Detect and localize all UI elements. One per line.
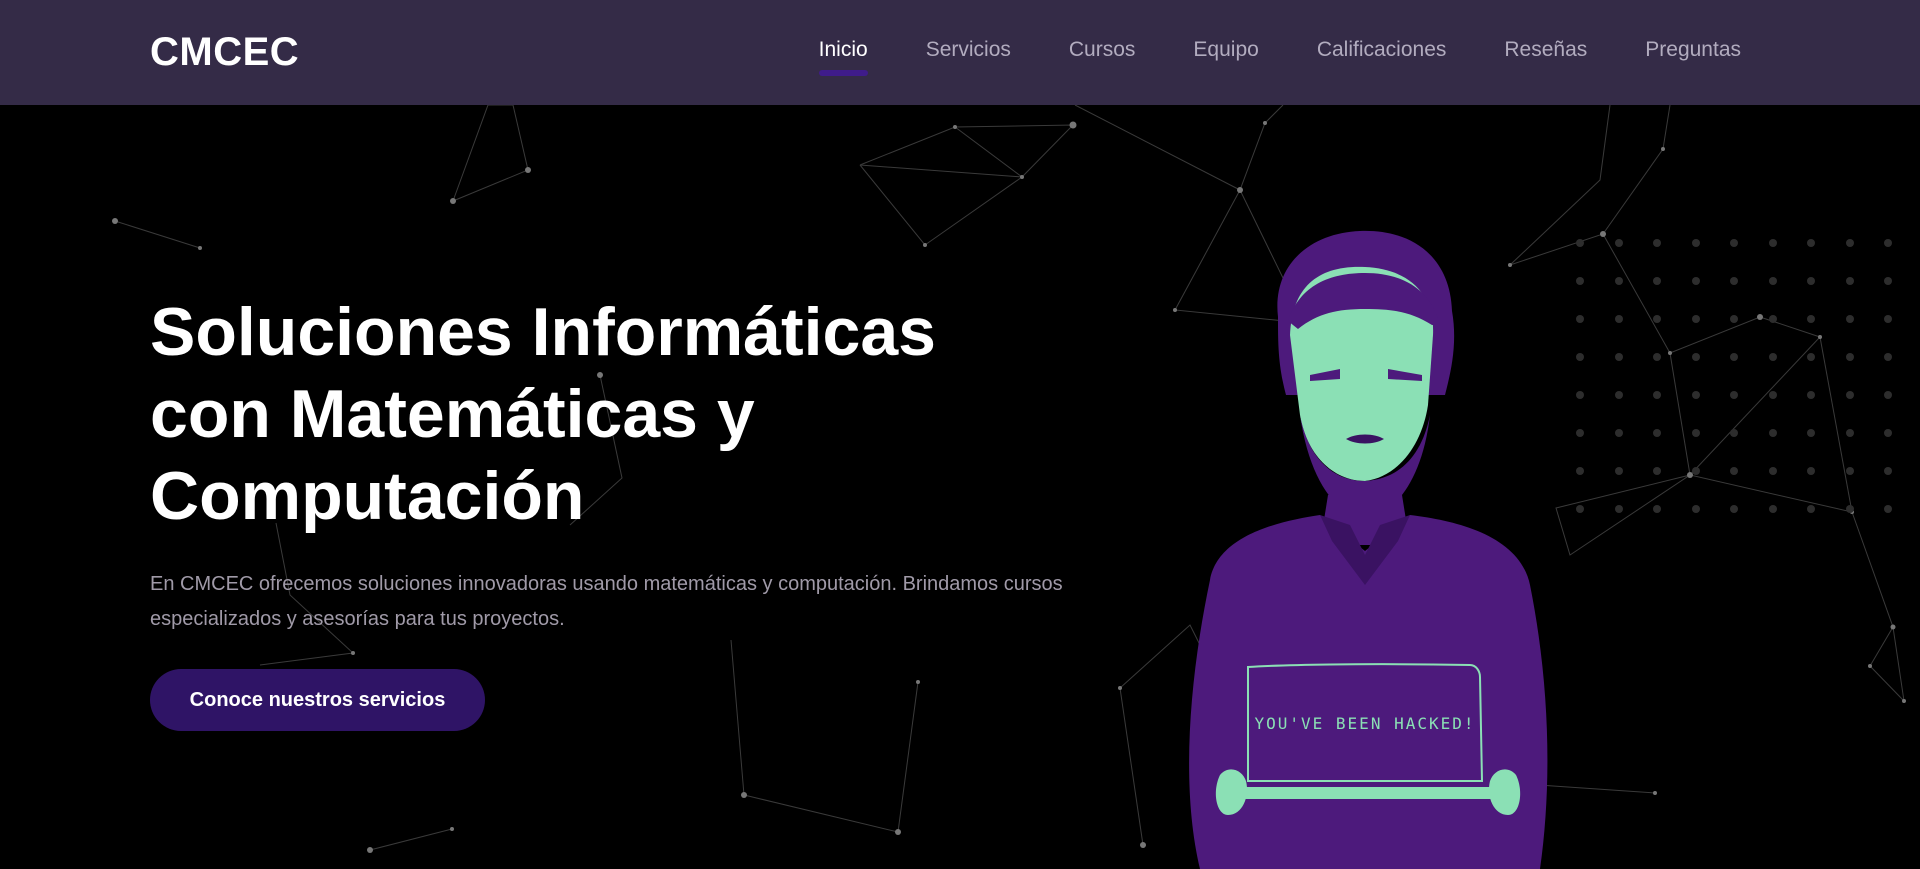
- hero-description: En CMCEC ofrecemos soluciones innovadora…: [150, 573, 1063, 630]
- brand-logo[interactable]: CMCEC: [150, 30, 299, 75]
- nav-menu: Inicio Servicios Cursos Equipo Calificac…: [818, 38, 1741, 76]
- nav-item-preguntas: Preguntas: [1645, 38, 1741, 76]
- nav-item-calificaciones: Calificaciones: [1317, 38, 1447, 76]
- hero-person-illustration: YOU'VE BEEN HACKED!: [1189, 230, 1548, 869]
- hero-section: Soluciones Informáticas con Matemáticas y…: [0, 105, 1920, 869]
- nav-link-resenas[interactable]: Reseñas: [1504, 38, 1587, 76]
- nav-link-servicios[interactable]: Servicios: [926, 38, 1011, 76]
- nav-item-inicio: Inicio: [818, 38, 868, 76]
- nav-item-servicios: Servicios: [926, 38, 1011, 76]
- hero-title-line-1: Soluciones Informáticas: [150, 294, 936, 370]
- nav-link-equipo[interactable]: Equipo: [1193, 38, 1258, 76]
- hero-title-line-2: con Matemáticas y: [150, 376, 755, 452]
- nav-item-cursos: Cursos: [1069, 38, 1136, 76]
- nav-link-preguntas[interactable]: Preguntas: [1645, 38, 1741, 76]
- nav-link-calificaciones[interactable]: Calificaciones: [1317, 38, 1447, 76]
- cta-services-button[interactable]: Conoce nuestros servicios: [150, 669, 485, 731]
- hero-title: Soluciones Informáticas con Matemáticas y…: [150, 291, 1010, 537]
- nav-item-resenas: Reseñas: [1504, 38, 1587, 76]
- hero-title-line-3: Computación: [150, 458, 585, 534]
- navbar: CMCEC Inicio Servicios Cursos Equipo Cal…: [0, 0, 1920, 105]
- nav-item-equipo: Equipo: [1193, 38, 1258, 76]
- laptop-screen-text: YOU'VE BEEN HACKED!: [1254, 714, 1475, 733]
- nav-link-cursos[interactable]: Cursos: [1069, 38, 1136, 76]
- nav-link-inicio[interactable]: Inicio: [818, 38, 868, 76]
